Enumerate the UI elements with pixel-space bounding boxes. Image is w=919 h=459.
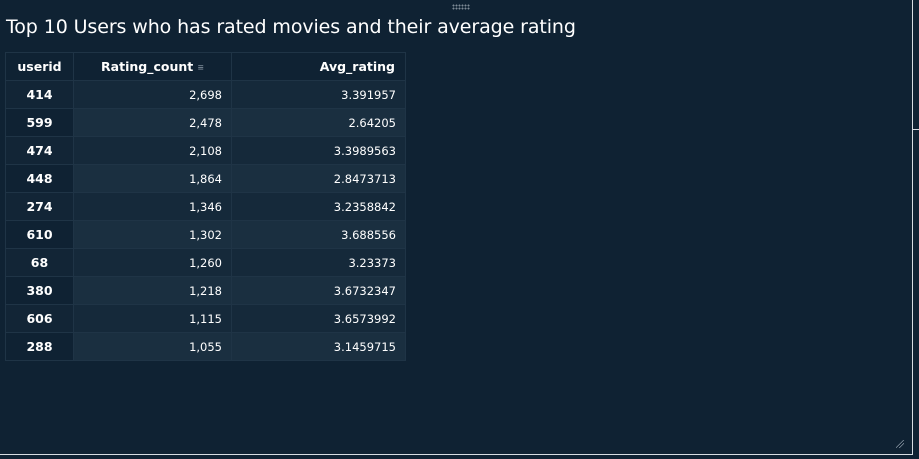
cell-userid: 610	[5, 220, 74, 249]
cell-rating-count: 1,055	[73, 332, 232, 361]
sort-descending-icon[interactable]: ≡	[197, 63, 204, 72]
data-table: userid Rating_count ≡ Avg_rating 414 2,698…	[5, 52, 406, 361]
visual-panel[interactable]: Top 10 Users who has rated movies and th…	[0, 0, 913, 455]
cell-userid: 68	[5, 248, 74, 277]
column-header-label: Rating_count	[101, 59, 194, 74]
table-row[interactable]: 474 2,108 3.3989563	[5, 136, 406, 165]
cell-rating-count: 1,864	[73, 164, 232, 193]
table-row[interactable]: 68 1,260 3.23373	[5, 248, 406, 277]
cell-avg-rating: 3.6732347	[231, 276, 406, 305]
table-row[interactable]: 414 2,698 3.391957	[5, 80, 406, 109]
column-header-label: userid	[17, 59, 62, 74]
cell-rating-count: 1,346	[73, 192, 232, 221]
cell-avg-rating: 3.688556	[231, 220, 406, 249]
cell-avg-rating: 3.3989563	[231, 136, 406, 165]
cell-rating-count: 1,260	[73, 248, 232, 277]
cell-userid: 448	[5, 164, 74, 193]
cell-userid: 414	[5, 80, 74, 109]
drag-handle-icon[interactable]	[452, 4, 470, 10]
table-body: 414 2,698 3.391957 599 2,478 2.64205 474 2,108 3…	[5, 80, 406, 361]
panel-edge-divider	[913, 129, 919, 130]
table-row[interactable]: 606 1,115 3.6573992	[5, 304, 406, 333]
cell-avg-rating: 3.1459715	[231, 332, 406, 361]
cell-userid: 274	[5, 192, 74, 221]
cell-rating-count: 2,478	[73, 108, 232, 137]
table-row[interactable]: 288 1,055 3.1459715	[5, 332, 406, 361]
cell-rating-count: 1,115	[73, 304, 232, 333]
column-header-label: Avg_rating	[319, 59, 395, 74]
cell-avg-rating: 2.8473713	[231, 164, 406, 193]
cell-userid: 606	[5, 304, 74, 333]
cell-avg-rating: 3.2358842	[231, 192, 406, 221]
cell-avg-rating: 3.391957	[231, 80, 406, 109]
resize-grip-icon[interactable]	[896, 440, 904, 448]
visual-title: Top 10 Users who has rated movies and th…	[6, 16, 576, 38]
cell-avg-rating: 3.23373	[231, 248, 406, 277]
cell-rating-count: 2,698	[73, 80, 232, 109]
table-row[interactable]: 380 1,218 3.6732347	[5, 276, 406, 305]
cell-avg-rating: 2.64205	[231, 108, 406, 137]
table-row[interactable]: 448 1,864 2.8473713	[5, 164, 406, 193]
column-header-userid[interactable]: userid	[5, 52, 74, 81]
cell-userid: 288	[5, 332, 74, 361]
cell-userid: 599	[5, 108, 74, 137]
column-header-avg-rating[interactable]: Avg_rating	[231, 52, 406, 81]
cell-rating-count: 1,218	[73, 276, 232, 305]
cell-userid: 474	[5, 136, 74, 165]
table-row[interactable]: 274 1,346 3.2358842	[5, 192, 406, 221]
column-header-rating-count[interactable]: Rating_count ≡	[73, 52, 232, 81]
table-row[interactable]: 610 1,302 3.688556	[5, 220, 406, 249]
cell-avg-rating: 3.6573992	[231, 304, 406, 333]
table-row[interactable]: 599 2,478 2.64205	[5, 108, 406, 137]
cell-userid: 380	[5, 276, 74, 305]
cell-rating-count: 1,302	[73, 220, 232, 249]
cell-rating-count: 2,108	[73, 136, 232, 165]
table-header-row: userid Rating_count ≡ Avg_rating	[5, 52, 406, 81]
